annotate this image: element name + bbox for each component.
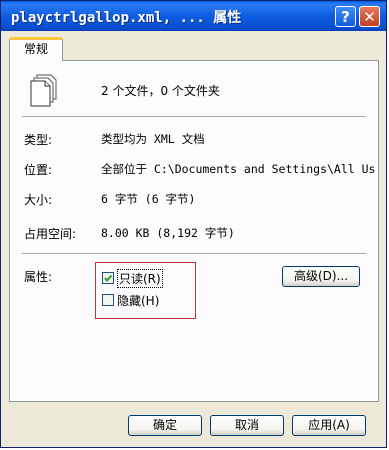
checkbox-checked-icon[interactable] [102,272,114,284]
help-icon: ? [341,8,350,26]
location-value: 全部位于 C:\Documents and Settings\All Us [101,162,376,176]
hidden-checkbox[interactable]: 隐藏(H) [102,292,159,308]
size-label: 大小: [24,193,53,207]
tab-general[interactable]: 常规 [9,37,63,61]
ok-button[interactable]: 确定 [128,415,202,436]
readonly-label: 只读(R) [117,268,163,288]
title-bar[interactable]: playctrlgallop.xml, ... 属性 ? ✕ [1,1,386,31]
size-on-disk-label: 占用空间: [24,227,77,241]
properties-dialog: playctrlgallop.xml, ... 属性 ? ✕ 常规 2 个文件，… [0,0,387,448]
help-button[interactable]: ? [335,6,356,27]
multiple-files-icon [28,73,60,109]
type-label: 类型: [24,133,53,147]
close-button[interactable]: ✕ [359,6,380,27]
general-tab-panel: 2 个文件，0 个文件夹 类型: 类型均为 XML 文档 位置: 全部位于 C:… [9,60,379,402]
cancel-button[interactable]: 取消 [210,415,284,436]
location-label: 位置: [24,163,53,177]
attributes-label: 属性: [24,270,53,284]
type-value: 类型均为 XML 文档 [101,132,205,146]
hidden-label: 隐藏(H) [117,293,160,308]
separator [22,253,366,255]
separator [22,116,366,118]
selection-summary: 2 个文件，0 个文件夹 [101,84,220,98]
readonly-checkbox[interactable]: 只读(R) [102,268,163,288]
size-on-disk-value: 8.00 KB (8,192 字节) [101,226,235,240]
checkbox-unchecked-icon[interactable] [102,294,114,306]
size-value: 6 字节 (6 字节) [101,192,196,206]
close-icon: ✕ [363,8,376,26]
window-title: playctrlgallop.xml, ... 属性 [11,10,242,26]
advanced-button[interactable]: 高级(D)... [282,266,360,287]
apply-button[interactable]: 应用(A) [292,415,366,436]
